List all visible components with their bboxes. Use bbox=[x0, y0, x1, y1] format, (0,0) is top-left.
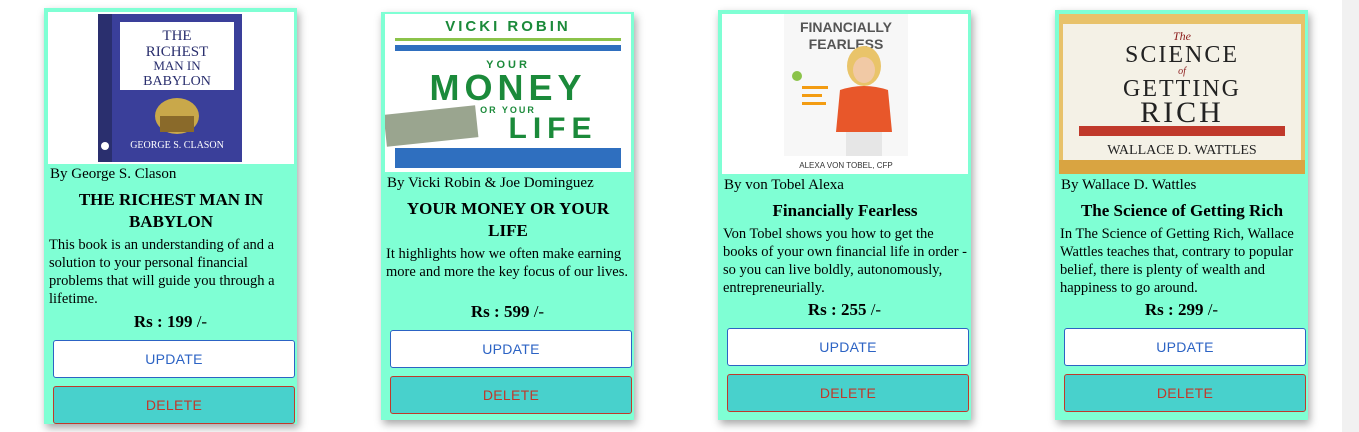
book-cover-science-getting-rich: The SCIENCE of GETTING RICH WALLACE D. W… bbox=[1059, 14, 1305, 174]
delete-button[interactable]: DELETE bbox=[390, 376, 632, 414]
price-value: 299 bbox=[1177, 300, 1204, 319]
book-author: By Wallace D. Wattles bbox=[1061, 177, 1197, 193]
svg-text:The: The bbox=[1173, 29, 1192, 43]
book-description: Von Tobel shows you how to get the books… bbox=[723, 226, 968, 296]
book-cover-your-money: VICKI ROBIN YOUR MONEY OR YOUR LIFE bbox=[385, 14, 631, 172]
book-price: Rs : 255 /- bbox=[718, 300, 971, 320]
svg-text:RICH: RICH bbox=[1140, 96, 1224, 129]
book-description: In The Science of Getting Rich, Wallace … bbox=[1060, 226, 1294, 296]
svg-text:THE: THE bbox=[162, 28, 191, 44]
book-price: Rs : 299 /- bbox=[1055, 300, 1308, 320]
price-suffix: /- bbox=[870, 300, 882, 319]
book-cover-image: THE RICHEST MAN IN BABYLON GEORGE S. CLA… bbox=[48, 12, 294, 164]
currency-label: Rs : bbox=[133, 312, 163, 331]
book-author: By George S. Clason bbox=[50, 166, 177, 182]
price-suffix: /- bbox=[1207, 300, 1219, 319]
book-card: VICKI ROBIN YOUR MONEY OR YOUR LIFE By V… bbox=[381, 12, 634, 420]
svg-text:ALEXA VON TOBEL, CFP: ALEXA VON TOBEL, CFP bbox=[799, 161, 893, 170]
svg-text:FINANCIALLY: FINANCIALLY bbox=[800, 19, 893, 35]
book-cover-image: The SCIENCE of GETTING RICH WALLACE D. W… bbox=[1059, 14, 1305, 174]
book-description: It highlights how we often make earning … bbox=[386, 246, 628, 280]
book-title: YOUR MONEY OR YOUR LIFE bbox=[406, 199, 610, 240]
price-value: 255 bbox=[840, 300, 867, 319]
book-cover-richest-man: THE RICHEST MAN IN BABYLON GEORGE S. CLA… bbox=[48, 12, 294, 164]
book-title: The Science of Getting Rich bbox=[1080, 201, 1284, 220]
delete-button[interactable]: DELETE bbox=[727, 374, 969, 412]
svg-text:VICKI ROBIN: VICKI ROBIN bbox=[445, 18, 571, 35]
update-button[interactable]: UPDATE bbox=[727, 328, 969, 366]
currency-label: Rs : bbox=[1144, 300, 1174, 319]
book-price: Rs : 199 /- bbox=[44, 312, 297, 332]
svg-text:SCIENCE: SCIENCE bbox=[1125, 42, 1239, 68]
book-price: Rs : 599 /- bbox=[381, 302, 634, 322]
price-value: 599 bbox=[503, 302, 530, 321]
svg-text:BABYLON: BABYLON bbox=[143, 74, 211, 89]
svg-text:MAN IN: MAN IN bbox=[153, 58, 201, 73]
svg-text:WALLACE D. WATTLES: WALLACE D. WATTLES bbox=[1107, 143, 1256, 158]
book-cover-image: VICKI ROBIN YOUR MONEY OR YOUR LIFE bbox=[385, 14, 631, 172]
book-title: THE RICHEST MAN IN BABYLON bbox=[78, 190, 264, 231]
book-title: Financially Fearless bbox=[772, 201, 918, 220]
book-card: FINANCIALLY FEARLESS ALEXA VON TOBEL, CF… bbox=[718, 10, 971, 420]
book-author: By von Tobel Alexa bbox=[724, 177, 844, 193]
update-button[interactable]: UPDATE bbox=[390, 330, 632, 368]
svg-text:MONEY: MONEY bbox=[429, 67, 586, 108]
price-value: 199 bbox=[166, 312, 193, 331]
book-cover-financially-fearless: FINANCIALLY FEARLESS ALEXA VON TOBEL, CF… bbox=[722, 14, 968, 174]
currency-label: Rs : bbox=[470, 302, 500, 321]
vertical-scrollbar[interactable] bbox=[1342, 0, 1359, 432]
price-suffix: /- bbox=[533, 302, 545, 321]
book-description: This book is an understanding of and a s… bbox=[49, 237, 275, 307]
book-author: By Vicki Robin & Joe Dominguez bbox=[387, 175, 594, 191]
delete-button[interactable]: DELETE bbox=[1064, 374, 1306, 412]
book-card: THE RICHEST MAN IN BABYLON GEORGE S. CLA… bbox=[44, 8, 297, 424]
book-card: The SCIENCE of GETTING RICH WALLACE D. W… bbox=[1055, 10, 1308, 420]
price-suffix: /- bbox=[196, 312, 208, 331]
update-button[interactable]: UPDATE bbox=[53, 340, 295, 378]
update-button[interactable]: UPDATE bbox=[1064, 328, 1306, 366]
currency-label: Rs : bbox=[807, 300, 837, 319]
svg-text:LIFE: LIFE bbox=[509, 112, 598, 145]
delete-button[interactable]: DELETE bbox=[53, 386, 295, 424]
svg-text:GEORGE S. CLASON: GEORGE S. CLASON bbox=[130, 140, 224, 151]
book-cover-image: FINANCIALLY FEARLESS ALEXA VON TOBEL, CF… bbox=[722, 14, 968, 174]
